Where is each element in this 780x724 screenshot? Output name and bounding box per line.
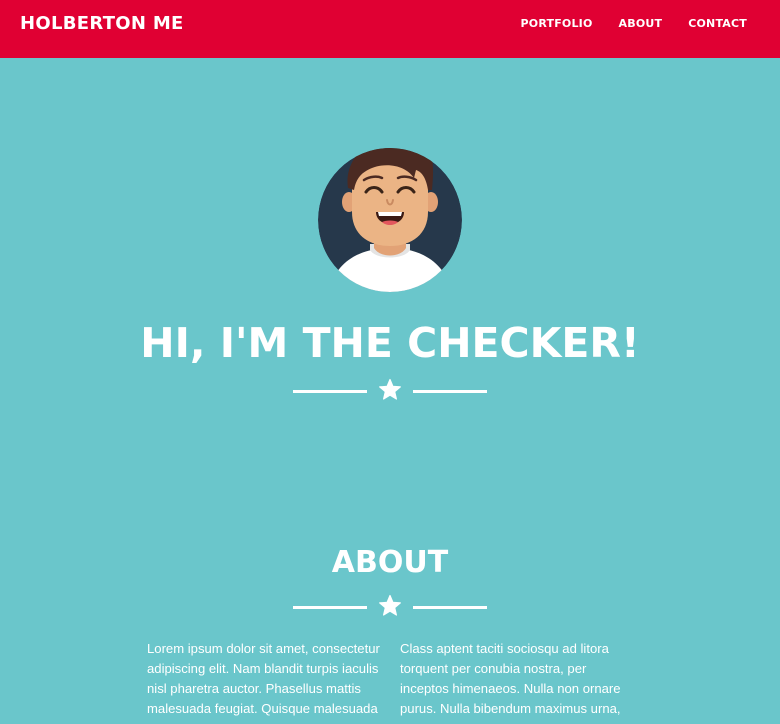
- title-divider: [293, 378, 487, 404]
- avatar: [318, 148, 462, 292]
- site-header: HOLBERTON ME PORTFOLIO ABOUT CONTACT: [0, 0, 780, 58]
- about-text-right: Class aptent taciti sociosqu ad litora t…: [400, 641, 621, 716]
- page-title: HI, I'M THE CHECKER!: [140, 319, 640, 367]
- about-text-left: Lorem ipsum dolor sit amet, consectetur …: [147, 641, 380, 716]
- about-divider: [293, 594, 487, 620]
- divider-line: [413, 390, 487, 393]
- divider-line: [293, 390, 367, 393]
- divider-line: [413, 606, 487, 609]
- star-icon: [379, 378, 401, 400]
- nav-item-contact[interactable]: CONTACT: [688, 17, 747, 31]
- main-nav: PORTFOLIO ABOUT CONTACT: [521, 17, 747, 31]
- person-avatar-icon: [318, 148, 462, 292]
- nav-item-portfolio[interactable]: PORTFOLIO: [521, 17, 593, 31]
- brand-logo[interactable]: HOLBERTON ME: [20, 13, 184, 35]
- section-title-about: ABOUT: [331, 545, 449, 580]
- divider-line: [293, 606, 367, 609]
- nav-item-about[interactable]: ABOUT: [619, 17, 663, 31]
- star-icon: [379, 594, 401, 616]
